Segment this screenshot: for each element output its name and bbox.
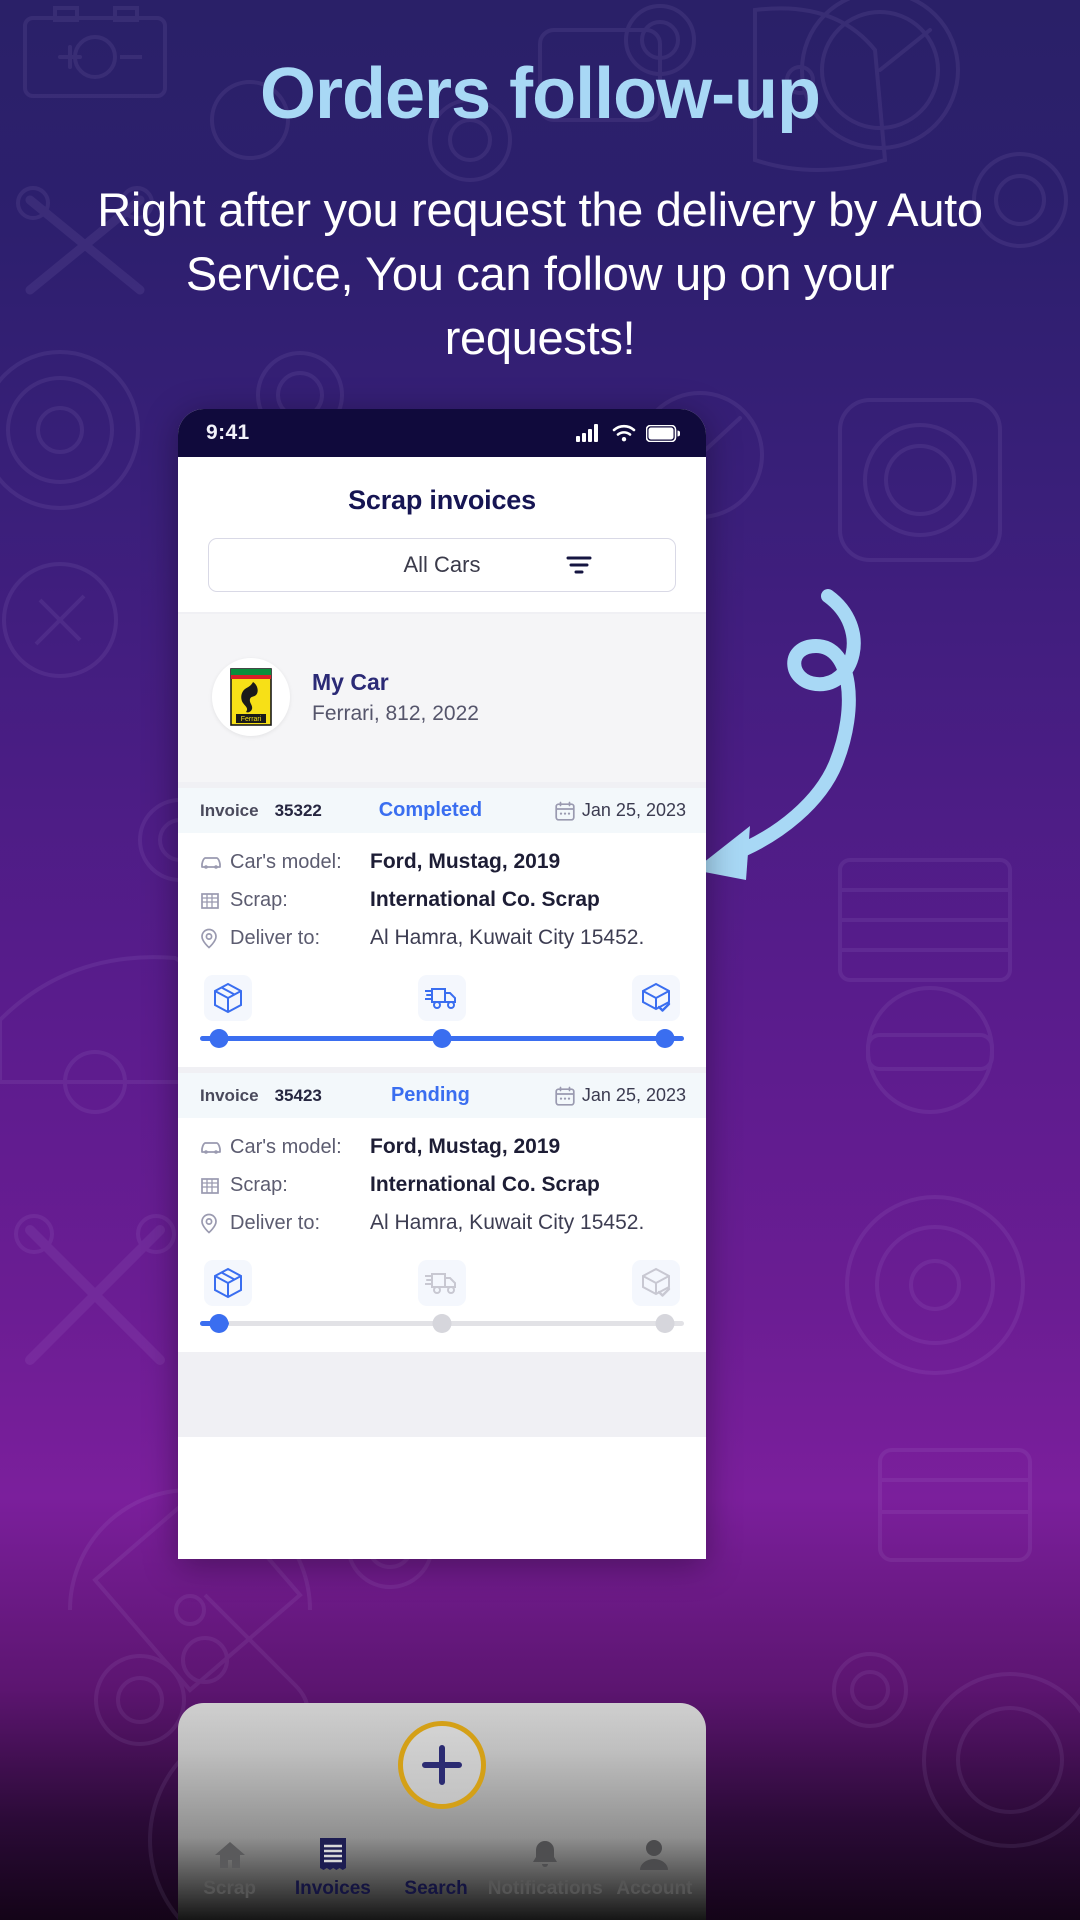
- nav-item-search[interactable]: Search: [384, 1837, 487, 1900]
- car-model-row: Car's model: Ford, Mustag, 2019: [200, 843, 684, 881]
- page-title: Orders follow-up: [260, 54, 821, 134]
- car-model-value: Ford, Mustag, 2019: [370, 1135, 561, 1158]
- invoice-label: Invoice: [200, 1085, 259, 1105]
- phone-mockup: 9:41 Scrap invoices All Cars Ferrari My …: [178, 409, 706, 1559]
- invoice-icon: [319, 1838, 346, 1870]
- scrap-value: International Co. Scrap: [370, 1173, 600, 1196]
- location-pin-icon: [200, 928, 230, 949]
- deliver-to-label: Deliver to:: [230, 1211, 321, 1234]
- nav-label-account: Account: [616, 1878, 693, 1899]
- scrap-label: Scrap:: [230, 1173, 288, 1196]
- bell-icon: [533, 1841, 558, 1867]
- all-cars-filter[interactable]: All Cars: [208, 538, 676, 592]
- plus-icon: [422, 1745, 462, 1785]
- home-icon: [214, 1842, 245, 1868]
- invoice-list[interactable]: Ferrari My Car Ferrari, 812, 2022 Invoic…: [178, 612, 706, 1437]
- car-model-label: Car's model:: [230, 850, 342, 873]
- screen-title: Scrap invoices: [348, 485, 536, 515]
- deliver-to-row: Deliver to: Al Hamra, Kuwait City 15452.: [200, 1204, 684, 1242]
- invoice-card[interactable]: Invoice 35423 Pending Jan 25, 2023 Car's…: [178, 1073, 706, 1352]
- deliver-to-value: Al Hamra, Kuwait City 15452.: [370, 1211, 645, 1234]
- invoice-date: Jan 25, 2023: [555, 1085, 686, 1106]
- wifi-icon: [612, 424, 636, 442]
- nav-label-invoices: Invoices: [294, 1878, 371, 1899]
- battery-icon: [646, 424, 680, 442]
- invoice-date-text: Jan 25, 2023: [581, 1085, 686, 1105]
- car-icon: [200, 1139, 230, 1155]
- car-name: My Car: [312, 669, 389, 696]
- status-badge: Pending: [390, 1084, 470, 1106]
- status-bar: 9:41: [178, 409, 706, 457]
- nav-label-scrap: Scrap: [203, 1878, 257, 1899]
- scrap-row: Scrap: International Co. Scrap: [200, 881, 684, 919]
- deliver-to-row: Deliver to: Al Hamra, Kuwait City 15452.: [200, 919, 684, 957]
- progress-track: [200, 1314, 684, 1333]
- car-icon: [200, 854, 230, 870]
- nav-label-search: Search: [404, 1878, 468, 1899]
- invoice-date-text: Jan 25, 2023: [581, 800, 686, 820]
- delivery-tracker: [178, 1248, 706, 1352]
- cellular-signal-icon: [576, 424, 598, 442]
- person-icon: [640, 1840, 669, 1870]
- invoice-date: Jan 25, 2023: [555, 800, 686, 821]
- invoice-header: Invoice 35322 Completed Jan 25, 2023: [178, 788, 706, 833]
- promo-screenshot: Orders follow-up Right after you request…: [0, 0, 1080, 1920]
- scrap-value: International Co. Scrap: [370, 888, 600, 911]
- package-icon: [204, 975, 252, 1021]
- delivery-truck-icon: [418, 975, 466, 1021]
- package-check-icon: [632, 1260, 680, 1306]
- invoice-header: Invoice 35423 Pending Jan 25, 2023: [178, 1073, 706, 1118]
- car-model-label: Car's model:: [230, 1135, 342, 1158]
- car-model-row: Car's model: Ford, Mustag, 2019: [200, 1128, 684, 1166]
- status-badge: Completed: [378, 799, 483, 821]
- scrap-row: Scrap: International Co. Scrap: [200, 1166, 684, 1204]
- nav-item-account[interactable]: Account: [603, 1839, 706, 1900]
- scrap-label: Scrap:: [230, 888, 288, 911]
- delivery-tracker: [178, 963, 706, 1067]
- page-subtitle: Right after you request the delivery by …: [97, 183, 983, 364]
- car-description: Ferrari, 812, 2022: [312, 701, 479, 725]
- progress-track: [200, 1029, 684, 1048]
- invoice-card[interactable]: Invoice 35322 Completed Jan 25, 2023 Car…: [178, 788, 706, 1067]
- deliver-to-label: Deliver to:: [230, 926, 321, 949]
- factory-icon: [200, 1175, 230, 1195]
- ferrari-logo: Ferrari: [230, 668, 272, 726]
- nav-item-notifications[interactable]: Notifications: [488, 1839, 603, 1900]
- nav-item-scrap[interactable]: Scrap: [178, 1839, 281, 1900]
- add-button[interactable]: [398, 1721, 486, 1809]
- status-time: 9:41: [206, 421, 250, 444]
- nav-item-invoices[interactable]: Invoices: [281, 1837, 384, 1900]
- package-icon: [204, 1260, 252, 1306]
- list-empty-space: [178, 1352, 706, 1437]
- filter-icon[interactable]: [565, 554, 593, 576]
- filter-selected-value: All Cars: [403, 552, 481, 577]
- location-pin-icon: [200, 1213, 230, 1234]
- delivery-truck-icon: [418, 1260, 466, 1306]
- car-summary-card[interactable]: Ferrari My Car Ferrari, 812, 2022: [178, 614, 706, 782]
- avatar: Ferrari: [212, 658, 290, 736]
- package-check-icon: [632, 975, 680, 1021]
- promo-text-block: Orders follow-up Right after you request…: [0, 58, 1080, 370]
- calendar-icon: [555, 801, 575, 821]
- bottom-navigation[interactable]: Scrap Invoices Search Notifications Acco…: [178, 1703, 706, 1920]
- deliver-to-value: Al Hamra, Kuwait City 15452.: [370, 926, 645, 949]
- calendar-icon: [555, 1086, 575, 1106]
- nav-label-notifications: Notifications: [487, 1878, 603, 1899]
- factory-icon: [200, 890, 230, 910]
- svg-text:Ferrari: Ferrari: [241, 716, 262, 723]
- car-model-value: Ford, Mustag, 2019: [370, 850, 561, 873]
- invoice-label: Invoice: [200, 800, 259, 820]
